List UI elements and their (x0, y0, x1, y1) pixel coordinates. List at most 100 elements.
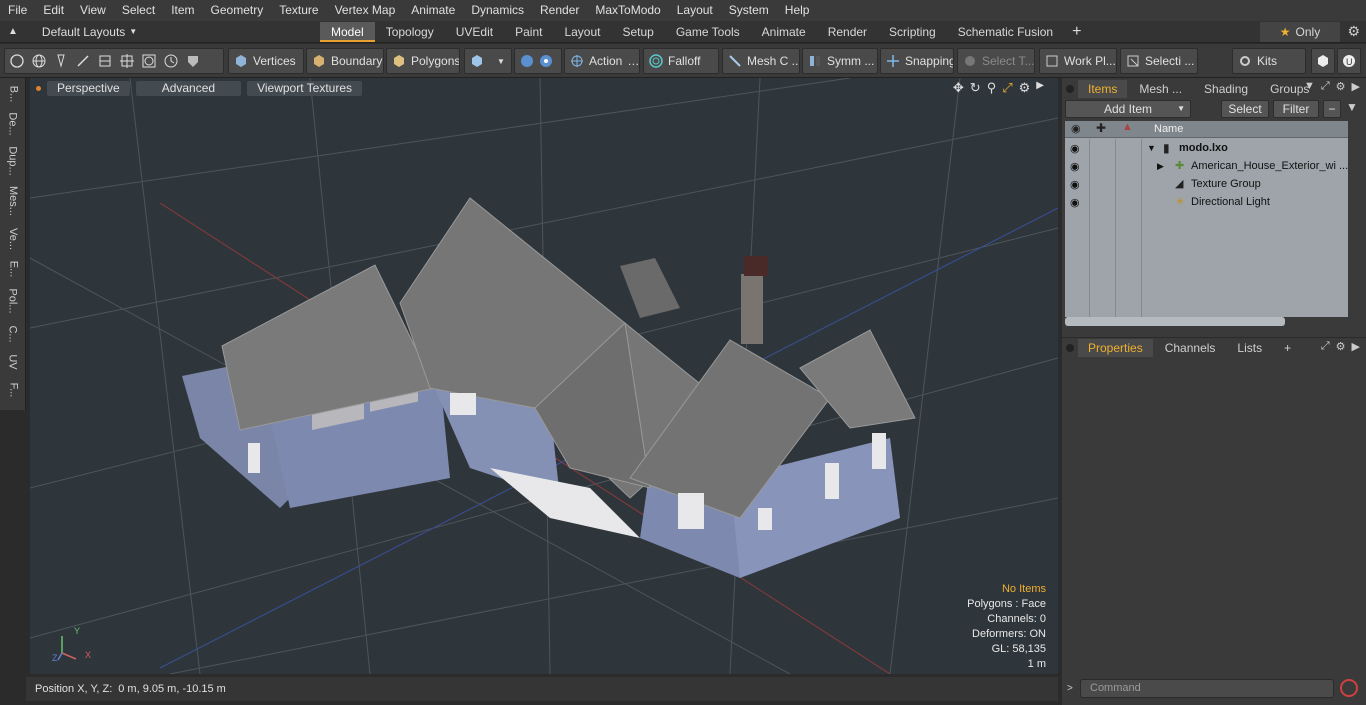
tab-game-tools[interactable]: Game Tools (665, 22, 751, 42)
tab-animate[interactable]: Animate (751, 22, 817, 42)
scene-canvas[interactable]: Y X Z (30, 78, 1058, 674)
tab-model[interactable]: Model (320, 21, 375, 42)
tab-properties[interactable]: Properties (1078, 339, 1153, 357)
panel-dot-icon[interactable] (1066, 344, 1074, 352)
crosshair-icon[interactable] (120, 54, 134, 68)
menu-vertex-map[interactable]: Vertex Map (327, 0, 404, 21)
clock-icon[interactable] (164, 54, 178, 68)
work-plane-button[interactable]: Work Pl... (1039, 48, 1117, 74)
menu-view[interactable]: View (72, 0, 114, 21)
rotate-icon[interactable]: ↻ (970, 80, 981, 96)
polygons-button[interactable]: Polygons (386, 48, 460, 74)
falloff-button[interactable]: Falloff (643, 48, 719, 74)
eye-icon[interactable]: ◉ (1070, 142, 1084, 156)
action-center-button[interactable]: Action … (564, 48, 640, 74)
tab-shading[interactable]: Shading (1194, 80, 1258, 98)
brush-icon[interactable] (76, 54, 90, 68)
unreal-button[interactable]: U (1337, 48, 1361, 74)
zoom-icon[interactable]: ⚲ (987, 80, 997, 96)
panel-play-icon[interactable]: ▶ (1352, 340, 1360, 353)
add-tab-icon[interactable]: + (1064, 23, 1089, 41)
only-toggle[interactable]: ★ Only (1260, 22, 1340, 42)
vtab-mesh-edit[interactable]: Mes... (3, 182, 23, 220)
panel-play-icon[interactable]: ▶ (1352, 80, 1360, 93)
menu-render[interactable]: Render (532, 0, 587, 21)
menu-animate[interactable]: Animate (403, 0, 463, 21)
menu-item[interactable]: Item (163, 0, 202, 21)
vtab-fusion[interactable]: F... (3, 378, 23, 402)
viewport-textures-button[interactable]: Viewport Textures (247, 80, 363, 96)
vtab-uv[interactable]: UV (3, 350, 23, 374)
add-tab-icon[interactable]: + (1274, 339, 1301, 357)
symmetry-button[interactable]: Symm ... (802, 48, 878, 74)
vtab-edge[interactable]: E... (3, 258, 23, 280)
snapping-button[interactable]: Snapping (880, 48, 954, 74)
filter-button[interactable]: Filter (1273, 100, 1319, 118)
tab-setup[interactable]: Setup (611, 22, 664, 42)
advanced-button[interactable]: Advanced (135, 80, 242, 96)
panel-gear-icon[interactable]: ⚙ (1336, 80, 1346, 93)
items-list-scrollbar[interactable] (1065, 317, 1285, 326)
select-button[interactable]: Select (1221, 100, 1269, 118)
vtab-polygon[interactable]: Pol... (3, 284, 23, 318)
panel-dot-icon[interactable] (1066, 85, 1074, 93)
material-dropdown[interactable]: ▼ (464, 48, 512, 74)
globe-icon[interactable] (32, 54, 46, 68)
tab-render[interactable]: Render (817, 22, 878, 42)
unity-button[interactable] (1311, 48, 1335, 74)
list-item[interactable]: ◉ ☀ Directional Light (1065, 194, 1348, 212)
list-item[interactable]: ◉ ▼ ▮ modo.lxo (1065, 140, 1348, 158)
select-through-button[interactable]: Select T... (957, 48, 1035, 74)
menu-edit[interactable]: Edit (35, 0, 72, 21)
square-circle-icon[interactable] (142, 54, 156, 68)
gear-icon[interactable]: ⚙ (1347, 23, 1360, 40)
eye-icon[interactable]: ◉ (1070, 160, 1084, 174)
menu-file[interactable]: File (0, 0, 35, 21)
perspective-button[interactable]: Perspective (47, 80, 130, 96)
collapse-icon[interactable]: ▲ (8, 26, 18, 37)
menu-geometry[interactable]: Geometry (203, 0, 272, 21)
chevron-down-icon[interactable]: ▼ (1304, 80, 1315, 93)
expand-icon[interactable]: ⤢ (1321, 340, 1330, 353)
tab-lists[interactable]: Lists (1227, 339, 1272, 357)
tab-uvedit[interactable]: UVEdit (445, 22, 504, 42)
mesh-constraint-button[interactable]: Mesh C ... (722, 48, 800, 74)
menu-select[interactable]: Select (114, 0, 163, 21)
expand-arrow-icon[interactable]: ▼ (1147, 143, 1156, 153)
add-item-button[interactable]: Add Item ▼ (1065, 100, 1191, 118)
circle-icon[interactable] (10, 54, 24, 68)
viewport-gear-icon[interactable]: ⚙ (1019, 80, 1031, 96)
selection-sets-button[interactable]: Selecti ... (1120, 48, 1198, 74)
list-item[interactable]: ◉ ◢ Texture Group (1065, 176, 1348, 194)
menu-help[interactable]: Help (777, 0, 818, 21)
eye-icon[interactable]: ◉ (1070, 178, 1084, 192)
shield-icon[interactable] (186, 54, 200, 68)
vertices-button[interactable]: Vertices (228, 48, 304, 74)
filter-icon[interactable]: ▼ (1346, 100, 1358, 114)
panel-gear-icon[interactable]: ⚙ (1336, 340, 1346, 353)
fit-icon[interactable]: ⤢ (1002, 80, 1012, 96)
eye-icon[interactable]: ◉ (1070, 196, 1084, 210)
kits-button[interactable]: Kits (1232, 48, 1306, 74)
layout-selector[interactable]: ▲ Default Layouts ▼ (0, 25, 320, 39)
snap-vertex-icon[interactable] (539, 54, 553, 68)
vtab-curve[interactable]: C... (3, 322, 23, 346)
play-icon[interactable]: ▶ (1036, 80, 1044, 96)
menu-layout[interactable]: Layout (669, 0, 721, 21)
tab-mesh[interactable]: Mesh ... (1129, 80, 1192, 98)
grid-icon[interactable] (98, 54, 112, 68)
tab-channels[interactable]: Channels (1155, 339, 1226, 357)
vtab-deform[interactable]: De... (3, 110, 23, 138)
menu-dynamics[interactable]: Dynamics (463, 0, 532, 21)
command-input[interactable]: Command (1080, 679, 1334, 698)
menu-texture[interactable]: Texture (271, 0, 326, 21)
snap-element-icon[interactable] (520, 54, 534, 68)
vtab-duplicate[interactable]: Dup... (3, 144, 23, 178)
vtab-vertex[interactable]: Ve... (3, 224, 23, 254)
list-item[interactable]: ◉ ▶ ✚ American_House_Exterior_wi ... (1065, 158, 1348, 176)
vtab-basic[interactable]: B... (3, 82, 23, 106)
house-model[interactable] (182, 197, 916, 578)
pan-icon[interactable]: ✥ (953, 80, 964, 96)
expand-icon[interactable]: ⤢ (1321, 80, 1330, 93)
tab-paint[interactable]: Paint (504, 22, 553, 42)
